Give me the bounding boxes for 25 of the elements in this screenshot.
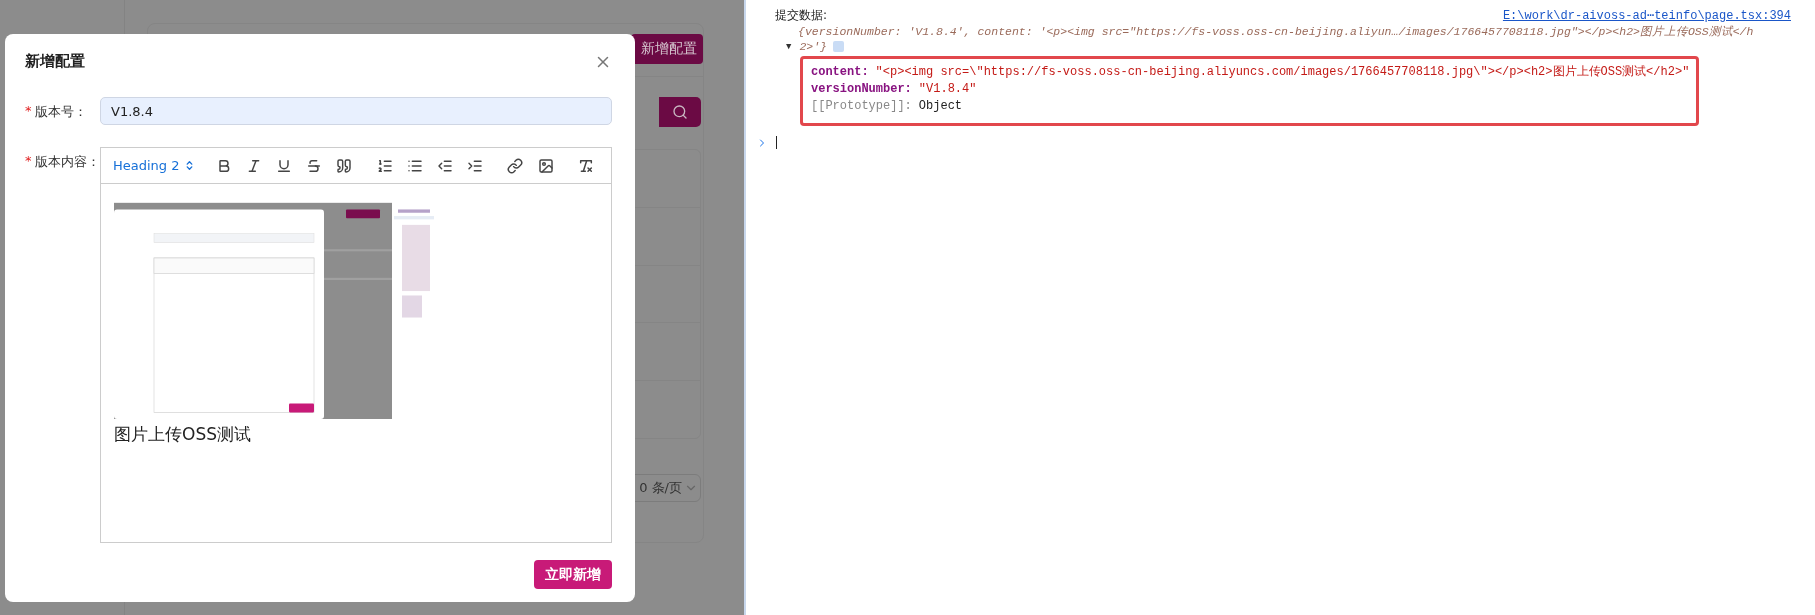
console-label: 提交数据:: [775, 7, 828, 24]
source-link[interactable]: E:\work\dr-aivoss-ad⋯teinfo\page.tsx:394: [1502, 8, 1791, 23]
version-input[interactable]: V1.8.4: [100, 97, 612, 125]
heading-select[interactable]: Heading 2: [113, 158, 195, 173]
text-cursor: [776, 136, 777, 149]
expand-triangle-icon[interactable]: ▼: [786, 41, 792, 52]
submit-button[interactable]: 立即新增: [534, 560, 612, 589]
property-key: versionNumber:: [811, 81, 912, 96]
search-icon: [672, 104, 688, 120]
add-config-button[interactable]: 新增配置: [631, 34, 703, 64]
required-mark: *: [25, 103, 32, 120]
prototype-value: Object: [918, 98, 963, 113]
object-preview: 2>'}: [799, 40, 827, 53]
property-value: "<p><img src=\"https://fs-voss.oss-cn-beijing.aliyuncs.com/images/1766457708118.jpg\"></p><h2>图片上传OSS测试</h2>": [875, 64, 1690, 80]
dialog-title: 新增配置: [25, 52, 85, 71]
field-label: 版本内容：: [34, 153, 100, 171]
property-value: "V1.8.4": [918, 81, 977, 96]
required-mark: *: [25, 153, 32, 170]
search-button[interactable]: [659, 97, 701, 127]
property-key: content:: [811, 64, 869, 79]
content-heading: 图片上传OSS测试: [114, 423, 252, 446]
rich-text-editor[interactable]: Heading 2 图片上传OSS测试: [100, 147, 612, 543]
prototype-key: [[Prototype]]:: [811, 98, 912, 113]
object-preview: {versionNumber: 'V1.8.4', content: '<p><img src="https://fs-voss.oss-cn-beijing.aliyun…/images/1766457708118.jpg"></p><h2>图片上传OSS测试</h: [798, 24, 1754, 39]
field-label: 版本号：: [34, 103, 87, 121]
